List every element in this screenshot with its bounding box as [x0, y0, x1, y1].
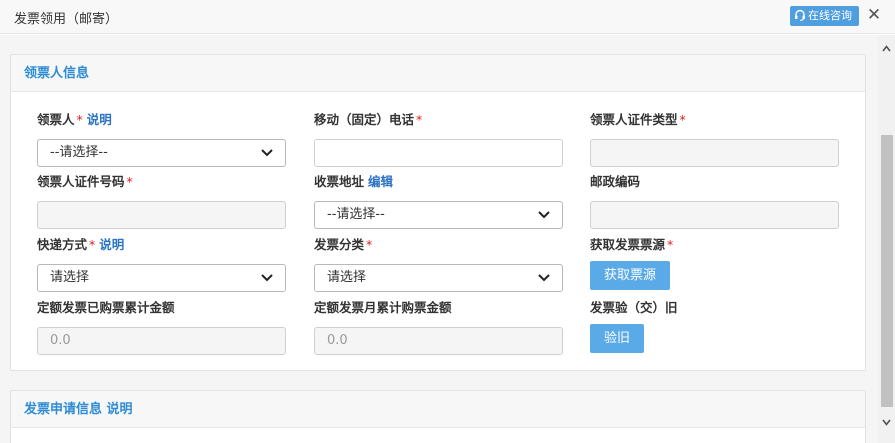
recipient-select[interactable]: --请选择-- — [37, 139, 286, 167]
scrollbar-thumb[interactable] — [881, 135, 893, 407]
chevron-down-icon — [538, 211, 550, 219]
invoice-apply-header: 发票申请信息 说明 — [11, 391, 865, 428]
quota-total-field: 定额发票已购票累计金额 0.0 — [37, 299, 286, 355]
delivery-label: 快递方式 — [37, 237, 88, 252]
source-field: 获取发票票源 * 获取票源 — [590, 236, 673, 290]
id-type-field: 领票人证件类型 * — [590, 111, 839, 167]
recipient-info-title: 领票人信息 — [24, 66, 90, 81]
recipient-help-link[interactable]: 说明 — [87, 112, 112, 127]
invoice-apply-title: 发票申请信息 — [24, 402, 103, 417]
postcode-field: 邮政编码 — [590, 173, 839, 229]
close-icon[interactable]: ✕ — [866, 7, 882, 24]
category-select-value: 请选择 — [327, 270, 367, 285]
postcode-input[interactable] — [590, 201, 839, 229]
required-mark: * — [126, 174, 133, 189]
category-field: 发票分类 * 请选择 — [314, 236, 563, 292]
dialog-titlebar: 发票领用（邮寄） 在线咨询 ✕ — [0, 0, 895, 34]
source-label: 获取发票票源 — [590, 237, 666, 252]
quota-month-label: 定额发票月累计购票金额 — [314, 300, 452, 315]
category-select[interactable]: 请选择 — [314, 264, 563, 292]
recipient-label: 领票人 — [37, 112, 75, 127]
required-mark: * — [76, 112, 83, 127]
required-mark: * — [667, 237, 674, 252]
id-type-label: 领票人证件类型 — [590, 112, 678, 127]
id-number-field: 领票人证件号码 * — [37, 173, 286, 229]
recipient-field: 领票人 * 说明 --请选择-- — [37, 111, 286, 167]
get-source-button[interactable]: 获取票源 — [590, 261, 671, 290]
invoice-apply-help-link[interactable]: 说明 — [107, 402, 133, 417]
quota-total-input[interactable]: 0.0 — [37, 327, 286, 355]
postcode-label: 邮政编码 — [590, 174, 641, 189]
address-field: 收票地址 编辑 --请选择-- — [314, 173, 563, 229]
vertical-scrollbar[interactable] — [878, 35, 895, 443]
recipient-info-panel: 领票人信息 领票人 * 说明 --请选择-- 移动（固定）电话 * 领票人证件类型 * … — [10, 54, 866, 371]
recipient-info-header: 领票人信息 — [11, 55, 865, 92]
chevron-down-icon — [261, 274, 273, 282]
verify-label: 发票验（交）旧 — [590, 300, 678, 315]
quota-month-field: 定额发票月累计购票金额 0.0 — [314, 299, 563, 355]
verify-button[interactable]: 验旧 — [590, 324, 645, 353]
dialog-content: 领票人信息 领票人 * 说明 --请选择-- 移动（固定）电话 * 领票人证件类型 * … — [0, 35, 878, 443]
id-number-input[interactable] — [37, 201, 286, 229]
required-mark: * — [366, 237, 373, 252]
address-select[interactable]: --请选择-- — [314, 201, 563, 229]
scroll-up-arrow-icon[interactable] — [882, 45, 891, 52]
phone-input[interactable] — [314, 139, 563, 167]
online-consult-button[interactable]: 在线咨询 — [790, 6, 859, 26]
address-label: 收票地址 — [314, 174, 365, 189]
required-mark: * — [89, 237, 96, 252]
chevron-down-icon — [538, 274, 550, 282]
delivery-select[interactable]: 请选择 — [37, 264, 286, 292]
quota-total-label: 定额发票已购票累计金额 — [37, 300, 175, 315]
required-mark: * — [416, 112, 423, 127]
phone-label: 移动（固定）电话 — [314, 112, 415, 127]
scroll-down-arrow-icon[interactable] — [882, 419, 891, 426]
recipient-select-value: --请选择-- — [50, 145, 108, 160]
quota-month-input[interactable]: 0.0 — [314, 327, 563, 355]
required-mark: * — [679, 112, 686, 127]
phone-field: 移动（固定）电话 * — [314, 111, 563, 167]
invoice-apply-panel: 发票申请信息 说明 — [10, 390, 866, 443]
delivery-help-link[interactable]: 说明 — [99, 237, 124, 252]
id-type-input[interactable] — [590, 139, 839, 167]
address-select-value: --请选择-- — [327, 207, 385, 222]
verify-field: 发票验（交）旧 验旧 — [590, 299, 678, 353]
address-edit-link[interactable]: 编辑 — [368, 174, 393, 189]
headset-icon — [795, 9, 805, 21]
online-consult-label: 在线咨询 — [808, 9, 852, 22]
chevron-down-icon — [261, 149, 273, 157]
delivery-select-value: 请选择 — [50, 270, 90, 285]
dialog-title: 发票领用（邮寄） — [14, 12, 119, 27]
delivery-field: 快递方式 * 说明 请选择 — [37, 236, 286, 292]
category-label: 发票分类 — [314, 237, 365, 252]
id-number-label: 领票人证件号码 — [37, 174, 125, 189]
